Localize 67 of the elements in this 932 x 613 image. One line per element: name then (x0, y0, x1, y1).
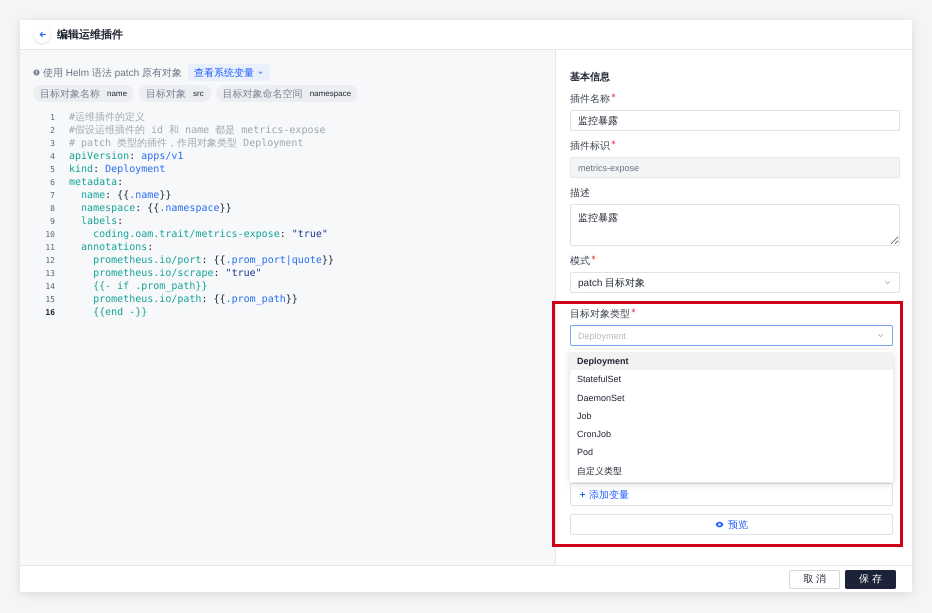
code-line: #运维插件的定义 (69, 111, 146, 124)
variable-value: src (193, 89, 204, 98)
field-label: 目标对象类型 (570, 308, 630, 321)
line-number: 11 (44, 242, 55, 254)
plus-icon (579, 491, 586, 498)
code-line: coding.oam.trait/metrics-expose: "true" (92, 228, 328, 241)
save-button[interactable]: 保 存 (845, 570, 896, 588)
line-number: 9 (49, 216, 55, 228)
back-arrow-icon (38, 30, 46, 39)
text-input-field[interactable]: 监控暴露 (570, 110, 900, 131)
line-number: 15 (44, 294, 55, 306)
variable-value: namespace (310, 89, 352, 98)
variable-label: 目标对象命名空间 (222, 88, 303, 100)
system-variables-button[interactable]: 查看系统变量 (188, 64, 270, 81)
line-number: 8 (49, 203, 55, 215)
line-number: 13 (44, 268, 55, 280)
dropdown-option[interactable]: 自定义类型 (570, 462, 893, 480)
dropdown-option[interactable]: Job (570, 406, 893, 426)
line-number: 7 (49, 190, 55, 202)
line-number: 10 (44, 229, 55, 241)
dropdown-option[interactable]: StatefulSet (570, 370, 893, 389)
code-line: metadata: (69, 176, 124, 189)
code-line: # patch 类型的插件，作用对象类型 Deployment (69, 137, 304, 150)
dropdown-option[interactable]: Deployment (570, 352, 893, 370)
code-line: {{end -}} (92, 306, 148, 319)
variable-label: 目标对象名称 (40, 88, 100, 100)
chevron-down-icon (256, 69, 264, 76)
description-field[interactable]: 监控暴露 (570, 204, 900, 246)
line-number: 3 (49, 138, 55, 150)
add-variable-link[interactable]: 添加变量 (579, 488, 629, 502)
page-title: 编辑运维插件 (57, 28, 123, 42)
mode-select[interactable]: patch 目标对象 (570, 272, 900, 293)
field-label: 插件标识 (570, 140, 610, 153)
field-label: 模式 (570, 254, 590, 268)
code-line: #假设运维插件的 id 和 name 都是 metrics-expose (69, 124, 326, 137)
eye-icon (715, 520, 724, 529)
code-line: name: {{.name}} (80, 189, 172, 202)
info-icon (33, 69, 40, 76)
code-line: annotations: (80, 241, 154, 254)
variable-label: 目标对象 (146, 88, 186, 100)
code-line: labels: (80, 215, 124, 228)
line-number: 2 (49, 125, 55, 137)
line-number: 12 (44, 255, 55, 267)
code-line: kind: Deployment (69, 163, 166, 176)
variable-value: name (107, 89, 128, 98)
hint-text: 使用 Helm 语法 patch 原有对象 (43, 66, 182, 80)
code-line: prometheus.io/scrape: "true" (92, 267, 262, 280)
line-number: 5 (49, 164, 55, 176)
back-button[interactable] (34, 26, 50, 42)
code-line: {{- if .prom_path}} (92, 280, 208, 293)
dropdown-option[interactable]: Pod (570, 443, 893, 462)
code-line: apiVersion: apps/v1 (69, 150, 184, 163)
code-line: prometheus.io/path: {{.prom_path}} (92, 293, 298, 306)
line-number: 6 (49, 177, 55, 189)
line-number: 1 (49, 112, 55, 124)
line-number: 16 (44, 307, 55, 319)
field-label: 插件名称 (570, 93, 610, 106)
code-line: prometheus.io/port: {{.prom_port|quote}} (92, 254, 334, 267)
section-title: 基本信息 (570, 70, 611, 84)
field-label: 描述 (570, 186, 590, 200)
code-line: namespace: {{.namespace}} (80, 202, 232, 215)
line-number: 14 (44, 281, 55, 293)
preview-button[interactable]: 预览 (570, 514, 893, 535)
cancel-button[interactable]: 取 消 (789, 570, 840, 588)
line-number: 4 (49, 151, 55, 163)
dropdown-option[interactable]: DaemonSet (570, 388, 893, 407)
dropdown-option[interactable]: CronJob (570, 425, 893, 444)
